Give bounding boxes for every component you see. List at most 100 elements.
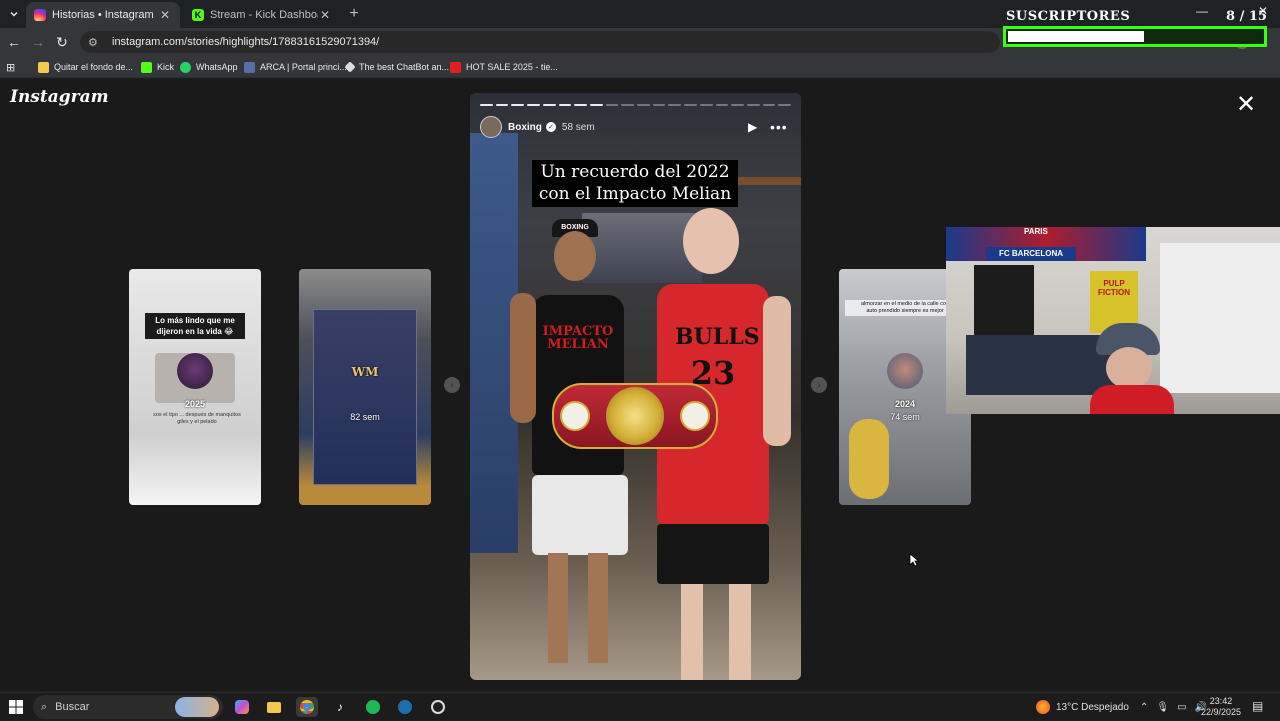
left-arm — [510, 293, 536, 423]
story-caption: Un recuerdo del 2022 con el Impacto Meli… — [532, 160, 738, 207]
story-progress-bar — [480, 104, 792, 106]
tab-search-button[interactable] — [4, 4, 24, 24]
weather-widget[interactable]: 13°C Despejado — [1036, 693, 1129, 721]
steam-app[interactable] — [394, 697, 416, 717]
face — [683, 208, 739, 274]
bookmark-item[interactable]: HOT SALE 2025 - tie... — [450, 59, 558, 75]
hot-sale-icon — [450, 61, 461, 73]
preview-image — [313, 309, 417, 485]
belt-plate — [606, 387, 664, 445]
leg — [681, 584, 703, 680]
wrestlemania-logo: WM — [351, 365, 379, 379]
chrome-icon — [300, 700, 314, 714]
webcam-sign: PARIS — [1024, 227, 1048, 236]
story-preview[interactable]: Lo más lindo que me dijeron en la vida 😂… — [129, 269, 261, 505]
progress-segment — [495, 104, 509, 106]
tab-instagram[interactable]: Historias • Instagram ✕ — [26, 2, 180, 28]
face — [554, 231, 596, 281]
taskbar-search[interactable]: ⌕ Buscar — [33, 695, 223, 719]
previous-story-button[interactable]: ‹ — [444, 377, 460, 393]
leg — [548, 553, 568, 663]
subscribers-label: SUSCRIPTORES — [1006, 9, 1131, 24]
weather-text: 13°C Despejado — [1056, 701, 1129, 713]
taskbar-clock[interactable]: 23:42 22/9/2025 — [1198, 696, 1244, 718]
whatsapp-icon — [180, 61, 191, 73]
progress-segment — [511, 104, 525, 106]
progress-segment — [621, 104, 635, 106]
progress-segment — [652, 104, 666, 106]
site-info-icon[interactable]: ⚙ — [88, 36, 102, 49]
notification-icon: ▤ — [1252, 699, 1264, 713]
streamer-shirt — [1090, 385, 1174, 414]
belt-side-plate — [560, 401, 590, 431]
close-stories-button[interactable]: ✕ — [1234, 93, 1258, 117]
next-story-button[interactable]: › — [811, 377, 827, 393]
story-username[interactable]: Boxing — [508, 122, 542, 133]
progress-segment — [558, 104, 572, 106]
tiktok-icon: ♪ — [337, 700, 343, 714]
play-button[interactable]: ▶ — [748, 120, 757, 134]
subscribers-count: 8 / 15 — [1226, 9, 1267, 24]
story-age: 58 sem — [561, 121, 595, 133]
microphone-icon[interactable]: 🎙 — [1156, 702, 1169, 713]
black-shorts — [657, 524, 769, 584]
back-button[interactable]: ← — [4, 32, 24, 52]
tab-kick-dashboard[interactable]: K Stream - Kick Dashboard ✕ — [184, 2, 340, 28]
tiktok-app[interactable]: ♪ — [329, 697, 351, 717]
instagram-logo[interactable]: Instagram — [10, 87, 109, 107]
story-preview[interactable]: WM 82 sem — [299, 269, 431, 505]
shirt-text: IMPACTO MELIAN — [542, 324, 614, 352]
scissors-icon — [38, 61, 49, 73]
chevron-up-icon[interactable]: ⌃ — [1140, 702, 1148, 713]
forward-button[interactable]: → — [28, 32, 48, 52]
chevron-right-icon: › — [817, 379, 821, 391]
bookmark-item[interactable]: ARCA | Portal princi... — [244, 59, 347, 75]
reload-button[interactable]: ↻ — [52, 32, 72, 52]
minimize-window-button[interactable]: — — [1196, 4, 1210, 18]
notifications-button[interactable]: ▤ — [1252, 699, 1268, 715]
arrow-left-icon: ← — [7, 34, 21, 50]
close-icon[interactable]: ✕ — [318, 8, 332, 22]
chevron-left-icon: ‹ — [450, 379, 454, 391]
file-explorer-app[interactable] — [263, 697, 285, 717]
webcam-overlay: PARIS FC BARCELONA PULP FICTION — [946, 227, 1280, 414]
tab-title: Historias • Instagram — [52, 9, 154, 21]
bookmark-item[interactable]: The best ChatBot an... — [344, 59, 449, 75]
progress-segment — [527, 104, 540, 106]
tattooed-arm — [763, 296, 791, 446]
leg — [729, 584, 751, 680]
new-tab-button[interactable]: + — [345, 5, 363, 23]
chatbot-icon — [344, 61, 356, 73]
bookmark-item[interactable]: WhatsApp — [180, 59, 238, 75]
arca-icon — [244, 61, 255, 73]
progress-segment — [637, 104, 650, 106]
progress-segment — [731, 104, 744, 106]
chrome-app[interactable] — [296, 697, 318, 717]
more-options-button[interactable]: ••• — [770, 119, 788, 135]
belt-side-plate — [680, 401, 710, 431]
url-text: instagram.com/stories/highlights/1788316… — [112, 36, 380, 48]
chevron-down-icon — [10, 12, 18, 17]
bookmark-item[interactable]: Kick — [141, 59, 174, 75]
arrow-right-icon: → — [31, 34, 45, 50]
bookmark-item[interactable]: Quitar el fondo de... — [38, 59, 133, 75]
leg — [588, 553, 608, 663]
minimize-icon: — — [1196, 4, 1208, 18]
steam-icon — [398, 700, 412, 714]
progress-segment — [699, 104, 713, 106]
window — [1160, 243, 1280, 393]
address-bar[interactable]: ⚙ instagram.com/stories/highlights/17883… — [80, 31, 1000, 53]
avatar[interactable] — [480, 116, 502, 138]
obs-app[interactable] — [427, 697, 449, 717]
network-icon[interactable]: ▭ — [1177, 702, 1186, 713]
spotify-app[interactable] — [362, 697, 384, 717]
copilot-app[interactable] — [231, 697, 253, 717]
apps-button[interactable]: ⊞ — [6, 59, 15, 75]
close-icon: ✕ — [1235, 91, 1257, 118]
progress-segment — [746, 104, 760, 106]
close-icon[interactable]: ✕ — [158, 8, 172, 22]
preview-image — [849, 419, 889, 499]
white-shorts — [532, 475, 628, 555]
story-frame[interactable]: BOXING IMPACTO MELIAN BULLS 23 Boxing ✓ … — [470, 93, 801, 680]
windows-start-icon[interactable] — [8, 699, 24, 715]
